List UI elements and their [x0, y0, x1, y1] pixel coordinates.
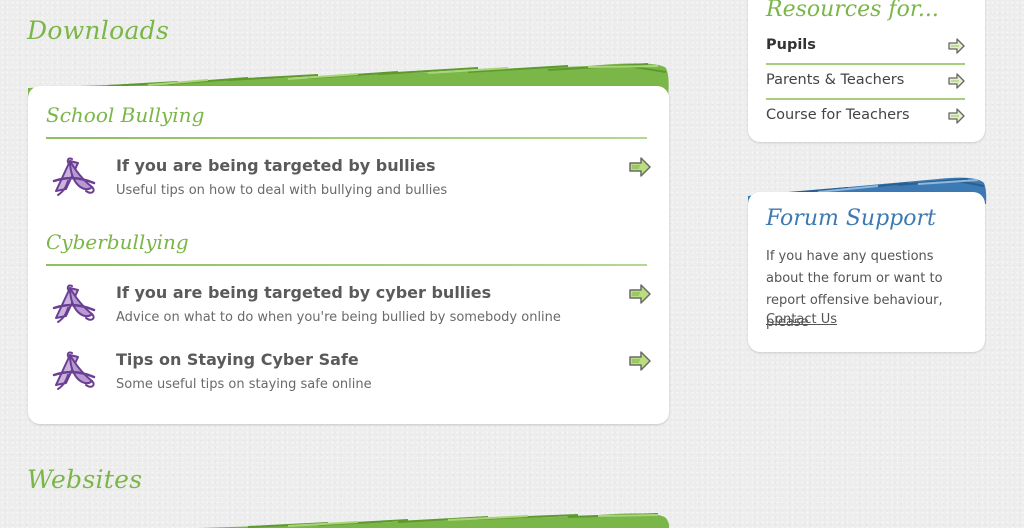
resources-link-label[interactable]: Pupils [766, 37, 816, 53]
resources-link-label[interactable]: Course for Teachers [766, 107, 910, 123]
contact-us-link[interactable]: Contact Us [766, 312, 837, 327]
download-item-title[interactable]: Tips on Staying Cyber Safe [116, 350, 359, 369]
download-item-description: Some useful tips on staying safe online [116, 377, 372, 392]
pdf-document-icon [52, 351, 96, 391]
download-item-title[interactable]: If you are being targeted by bullies [116, 156, 435, 175]
websites-heading: Websites [27, 465, 143, 494]
arrow-right-icon[interactable] [628, 156, 652, 178]
downloads-heading: Downloads [27, 16, 170, 45]
download-item-targeted-by-bullies[interactable]: If you are being targeted by bullies Use… [46, 156, 652, 214]
resources-panel: Resources for... Pupils Parents & Teache… [748, 0, 985, 142]
category-divider [46, 264, 647, 266]
download-item-description: Advice on what to do when you're being b… [116, 310, 561, 325]
resources-link-label[interactable]: Parents & Teachers [766, 72, 904, 88]
arrow-right-icon[interactable] [948, 108, 965, 124]
arrow-right-icon[interactable] [948, 38, 965, 54]
resources-link-course-for-teachers[interactable]: Course for Teachers [766, 99, 965, 133]
arrow-right-icon[interactable] [628, 283, 652, 305]
resources-title: Resources for... [766, 0, 939, 22]
pdf-document-icon [52, 284, 96, 324]
download-item-targeted-by-cyber-bullies[interactable]: If you are being targeted by cyber bulli… [46, 283, 652, 341]
forum-support-title: Forum Support [766, 206, 936, 231]
download-item-title[interactable]: If you are being targeted by cyber bulli… [116, 283, 491, 302]
resources-link-pupils[interactable]: Pupils [766, 29, 965, 63]
arrow-right-icon[interactable] [628, 350, 652, 372]
category-title-cyberbullying: Cyberbullying [46, 230, 189, 254]
category-title-school-bullying: School Bullying [46, 103, 205, 127]
forum-support-panel: Forum Support If you have any questions … [748, 192, 985, 352]
arrow-right-icon[interactable] [948, 73, 965, 89]
resources-link-parents-teachers[interactable]: Parents & Teachers [766, 64, 965, 98]
websites-panel-scribble-top [198, 513, 670, 528]
download-item-description: Useful tips on how to deal with bullying… [116, 183, 448, 198]
download-item-staying-cyber-safe[interactable]: Tips on Staying Cyber Safe Some useful t… [46, 350, 652, 408]
downloads-panel: School Bullying If you are being targete… [28, 86, 669, 424]
category-divider [46, 137, 647, 139]
pdf-document-icon [52, 157, 96, 197]
